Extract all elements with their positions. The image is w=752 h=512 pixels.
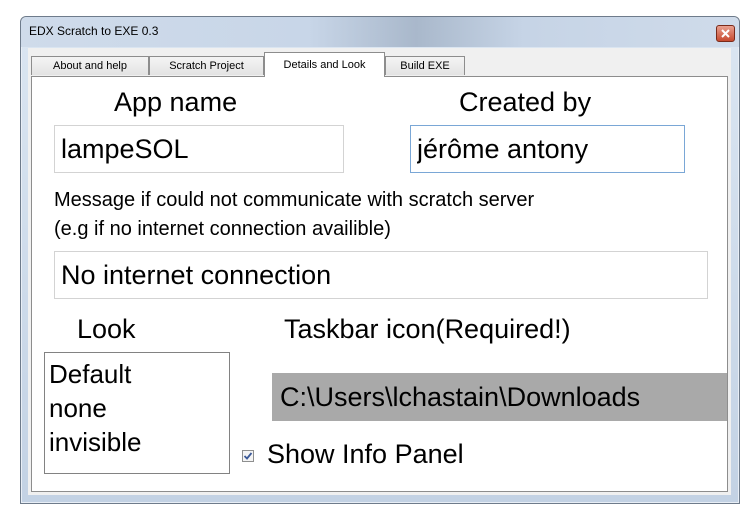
window-client-area: About and help Scratch Project Details a… (28, 48, 731, 495)
taskbar-icon-label: Taskbar icon(Required!) (284, 314, 571, 344)
title-bar[interactable]: EDX Scratch to EXE 0.3 (21, 17, 739, 47)
look-option-invisible[interactable]: invisible (45, 425, 229, 459)
look-listbox[interactable]: Default none invisible (44, 352, 230, 474)
app-name-label: App name (114, 87, 238, 117)
message-label-line1: Message if could not communicate with sc… (54, 189, 535, 211)
close-icon (721, 29, 730, 38)
created-by-label: Created by (459, 87, 592, 117)
details-and-look-panel: App name Created by Message if could not… (31, 76, 728, 492)
offline-message-input[interactable] (54, 251, 708, 299)
close-button[interactable] (716, 25, 735, 42)
look-option-none[interactable]: none (45, 391, 229, 425)
tab-build-exe[interactable]: Build EXE (385, 56, 465, 75)
app-window: EDX Scratch to EXE 0.3 About and help Sc… (20, 16, 740, 504)
show-info-panel-checkbox[interactable] (242, 450, 254, 462)
created-by-input[interactable] (410, 125, 685, 173)
taskbar-icon-path[interactable]: C:\Users\lchastain\Downloads (272, 373, 727, 421)
tab-details-and-look[interactable]: Details and Look (264, 52, 385, 77)
look-option-default[interactable]: Default (45, 357, 229, 391)
show-info-panel-label[interactable]: Show Info Panel (267, 439, 464, 470)
tab-scratch-project[interactable]: Scratch Project (149, 56, 264, 75)
window-title: EDX Scratch to EXE 0.3 (29, 24, 159, 38)
tab-about-and-help[interactable]: About and help (31, 56, 149, 75)
look-label: Look (77, 314, 136, 344)
app-name-input[interactable] (54, 125, 344, 173)
message-label-line2: (e.g if no internet connection availible… (54, 218, 391, 240)
checkmark-icon (243, 452, 253, 460)
